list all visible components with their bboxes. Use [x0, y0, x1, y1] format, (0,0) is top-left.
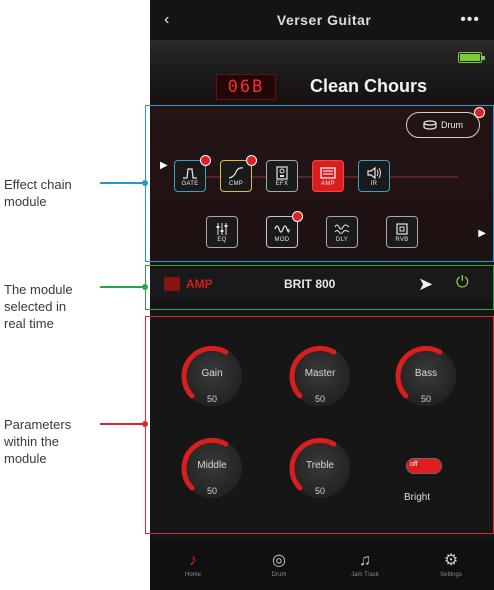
guitar-icon: ♪	[189, 551, 197, 569]
fx-cmp-label: CMP	[228, 180, 244, 187]
compressor-icon	[228, 166, 244, 179]
nav-jam-track[interactable]: ♫ Jam Track	[335, 551, 395, 578]
battery-icon	[458, 52, 485, 63]
bright-toggle-thumb	[427, 461, 439, 471]
annotation-selected-module: The module selected in real time	[4, 282, 73, 331]
knob-master[interactable]: Master 50	[289, 345, 351, 406]
parameters-leader	[100, 423, 144, 425]
top-bar: ‹ Verser Guitar •••	[150, 0, 494, 40]
knob-treble[interactable]: Treble 50	[289, 437, 351, 498]
drum-label: Drum	[441, 120, 463, 130]
knob-treble-value: 50	[314, 486, 325, 496]
fx-ir[interactable]: IR	[358, 160, 390, 192]
knob-middle-value: 50	[206, 486, 217, 496]
fx-gate[interactable]: GATE	[174, 155, 211, 192]
delay-icon	[334, 224, 350, 234]
selected-module-bar: AMP BRIT 800 ➤ ⏻	[150, 268, 494, 300]
knob-gain[interactable]: Gain 50	[181, 345, 243, 406]
knob-middle[interactable]: Middle 50	[181, 437, 243, 498]
bright-label: Bright	[404, 492, 431, 503]
wave-icon	[274, 224, 290, 233]
nav-home-label: Home	[184, 571, 201, 578]
drum-button[interactable]: Drum	[406, 107, 485, 138]
knob-master-name: Master	[304, 368, 336, 379]
bright-toggle[interactable]: off	[406, 458, 442, 474]
selected-model-name[interactable]: BRIT 800	[284, 277, 335, 291]
effect-chain-leader	[100, 182, 144, 184]
nav-settings[interactable]: ⚙ Settings	[421, 551, 481, 578]
annotation-effect-chain: Effect chain module	[4, 177, 72, 209]
effect-row-2: EQ MOD DLY RVB	[206, 211, 418, 248]
drum-icon: ◎	[272, 551, 286, 569]
effect-chain-dot	[142, 180, 148, 186]
parameters-panel: Gain 50 Master 50 Bass 50 Middle 50 Treb…	[150, 316, 494, 530]
nav-drum-label: Drum	[271, 571, 287, 578]
fx-efx-label: EFX	[275, 180, 289, 187]
fx-mod-label: MOD	[274, 236, 290, 243]
fx-mod[interactable]: MOD	[266, 211, 303, 248]
drum-badge	[474, 107, 485, 118]
selected-module-leader	[100, 286, 144, 288]
bottom-nav: ♪ Home ◎ Drum ♫ Jam Track ⚙ Settings	[150, 540, 494, 590]
cmp-badge	[246, 155, 257, 166]
nav-settings-label: Settings	[440, 571, 462, 578]
knob-gain-value: 50	[206, 394, 217, 404]
fx-amp[interactable]: AMP	[312, 160, 344, 192]
power-icon[interactable]: ⏻	[456, 274, 469, 292]
knob-master-value: 50	[314, 394, 325, 404]
preset-number-display[interactable]: 06B	[216, 74, 276, 100]
bright-toggle-state: off	[410, 461, 418, 468]
knob-treble-name: Treble	[306, 460, 334, 471]
fx-ir-label: IR	[370, 180, 378, 187]
knob-middle-name: Middle	[197, 460, 227, 471]
nav-home[interactable]: ♪ Home	[163, 551, 223, 578]
selected-amp-icon	[164, 277, 180, 291]
nav-jam-track-label: Jam Track	[351, 571, 379, 578]
nav-drum[interactable]: ◎ Drum	[249, 551, 309, 578]
fx-gate-label: GATE	[181, 180, 199, 187]
amp-icon	[320, 166, 336, 179]
app-title: Verser Guitar	[276, 12, 372, 28]
fx-dly-label: DLY	[335, 236, 349, 243]
gate-icon	[183, 167, 197, 179]
drum-icon	[423, 120, 437, 130]
fx-cmp[interactable]: CMP	[220, 155, 257, 192]
gate-badge	[200, 155, 211, 166]
knob-bass-name: Bass	[414, 368, 438, 379]
phone-screen: ‹ Verser Guitar ••• 06B Clean Chours Dru…	[150, 0, 494, 590]
preset-name[interactable]: Clean Chours	[310, 76, 427, 97]
music-note-icon: ♫	[359, 551, 371, 569]
more-menu-button[interactable]: •••	[460, 11, 480, 29]
gear-icon: ⚙	[443, 551, 459, 569]
fx-amp-label: AMP	[321, 180, 335, 187]
effect-row-1: GATE CMP EFX AMP IR	[174, 155, 390, 192]
reverb-icon	[396, 222, 408, 235]
selected-module-type: AMP	[186, 277, 213, 291]
efx-icon	[276, 165, 288, 180]
selected-module-dot	[142, 284, 148, 290]
fx-rvb-label: RVB	[395, 236, 409, 243]
speaker-icon	[367, 166, 381, 179]
fx-efx[interactable]: EFX	[266, 160, 298, 192]
fx-eq[interactable]: EQ	[206, 216, 238, 248]
knob-bass[interactable]: Bass 50	[395, 345, 457, 406]
eq-sliders-icon	[216, 222, 228, 235]
mod-badge	[292, 211, 303, 222]
parameters-dot	[142, 421, 148, 427]
knob-bass-value: 50	[420, 394, 431, 404]
chain-scroll-arrow-icon[interactable]: ▶	[478, 228, 486, 239]
send-icon[interactable]: ➤	[418, 274, 433, 295]
knob-gain-name: Gain	[201, 368, 223, 379]
back-button[interactable]: ‹	[164, 11, 188, 29]
preset-header: 06B Clean Chours	[150, 40, 494, 104]
chain-start-arrow-icon: ▶	[160, 160, 168, 171]
fx-eq-label: EQ	[217, 236, 227, 243]
effect-chain-module: Drum ▶ GATE CMP EFX AMP IR EQ MOD DLY RV…	[150, 104, 494, 264]
fx-rvb[interactable]: RVB	[386, 216, 418, 248]
fx-dly[interactable]: DLY	[326, 216, 358, 248]
annotation-parameters: Parameters within the module	[4, 417, 72, 466]
